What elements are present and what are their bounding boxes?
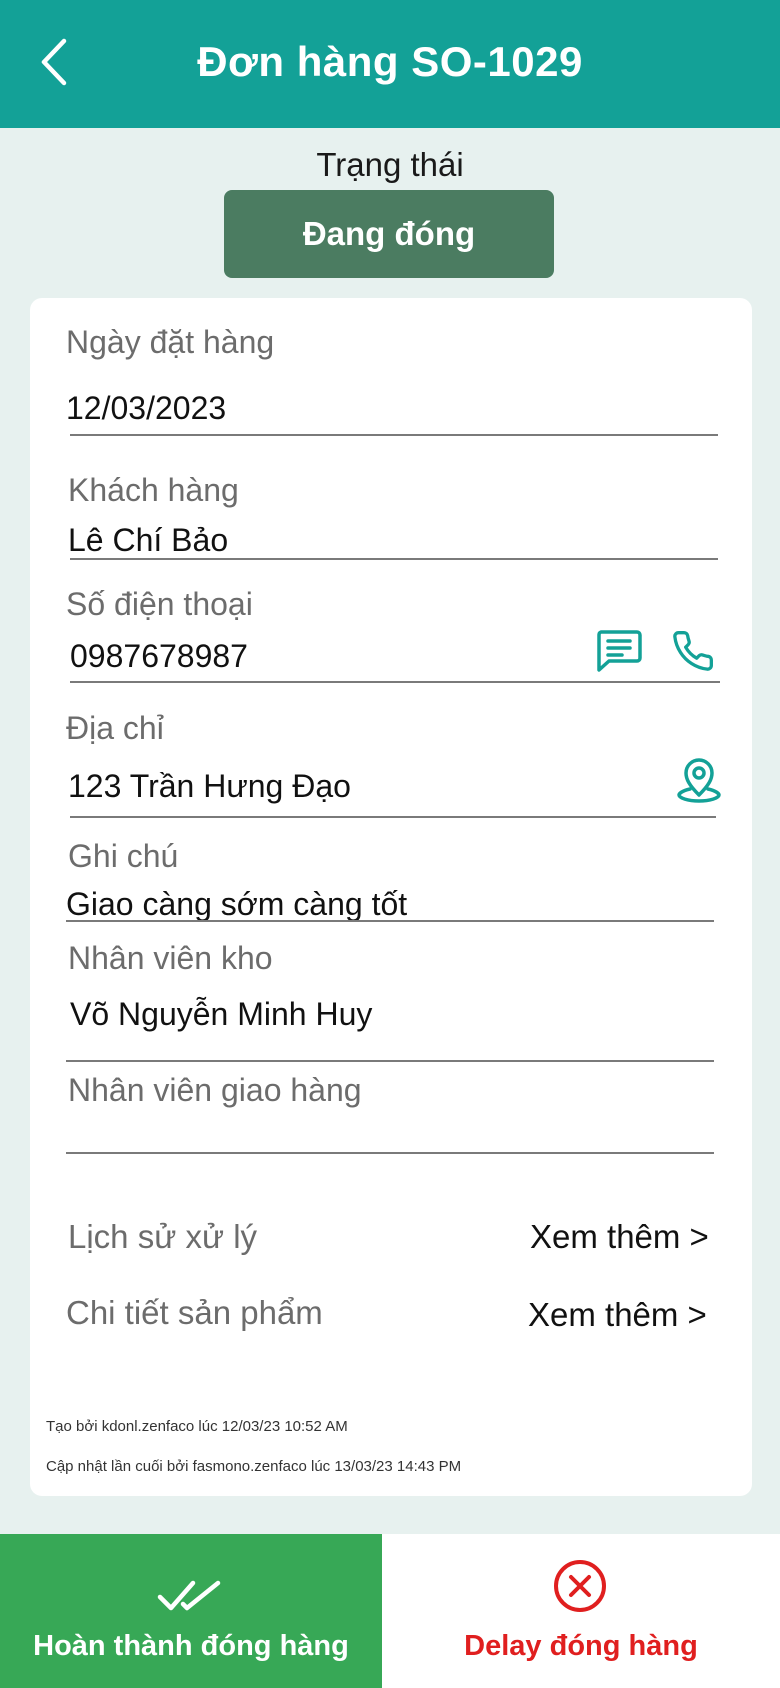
note-field[interactable]: Giao càng sớm càng tốt [66, 886, 407, 923]
note-label: Ghi chú [68, 838, 179, 874]
warehouse-staff-field[interactable]: Võ Nguyễn Minh Huy [70, 996, 372, 1033]
address-field[interactable]: 123 Trần Hưng Đạo [68, 768, 351, 805]
products-see-more-link[interactable]: Xem thêm > [528, 1296, 707, 1334]
customer-label: Khách hàng [68, 472, 239, 508]
created-info: Tạo bởi kdonl.zenfaco lúc 12/03/23 10:52… [46, 1418, 348, 1435]
order-date-underline [70, 434, 718, 436]
order-date-field[interactable]: 12/03/2023 [66, 390, 226, 427]
address-label: Địa chỉ [66, 710, 164, 746]
status-badge: Đang đóng [224, 190, 554, 278]
phone-field[interactable]: 0987678987 [70, 638, 248, 675]
status-label: Trạng thái [316, 146, 464, 183]
customer-underline [70, 558, 718, 560]
order-date-label: Ngày đặt hàng [66, 324, 275, 360]
address-underline [70, 816, 716, 818]
page-title: Đơn hàng SO-1029 [197, 38, 583, 85]
map-pin-icon[interactable] [674, 754, 724, 804]
complete-packing-button[interactable]: Hoàn thành đóng hàng [0, 1534, 382, 1688]
updated-info: Cập nhật lần cuối bởi fasmono.zenfaco lú… [46, 1458, 462, 1475]
double-check-icon [156, 1576, 222, 1616]
phone-label: Số điện thoại [66, 586, 253, 622]
delay-packing-button[interactable]: Delay đóng hàng [382, 1534, 780, 1688]
complete-packing-label: Hoàn thành đóng hàng [33, 1630, 349, 1662]
warehouse-staff-label: Nhân viên kho [68, 940, 273, 976]
warehouse-staff-underline [66, 1060, 714, 1062]
phone-underline [70, 681, 720, 683]
history-label: Lịch sử xử lý [68, 1218, 258, 1255]
products-label: Chi tiết sản phẩm [66, 1294, 323, 1331]
delivery-staff-underline [66, 1152, 714, 1154]
phone-icon[interactable] [670, 628, 716, 674]
history-see-more-link[interactable]: Xem thêm > [530, 1218, 709, 1256]
delay-packing-label: Delay đóng hàng [464, 1630, 698, 1662]
order-detail-card: Ngày đặt hàng 12/03/2023 Khách hàng Lê C… [30, 298, 752, 1496]
customer-field[interactable]: Lê Chí Bảo [68, 522, 228, 559]
cancel-circle-icon [552, 1558, 608, 1614]
note-underline [66, 920, 714, 922]
delivery-staff-label: Nhân viên giao hàng [68, 1072, 362, 1108]
app-header: Đơn hàng SO-1029 [0, 0, 780, 128]
message-icon[interactable] [594, 628, 644, 674]
